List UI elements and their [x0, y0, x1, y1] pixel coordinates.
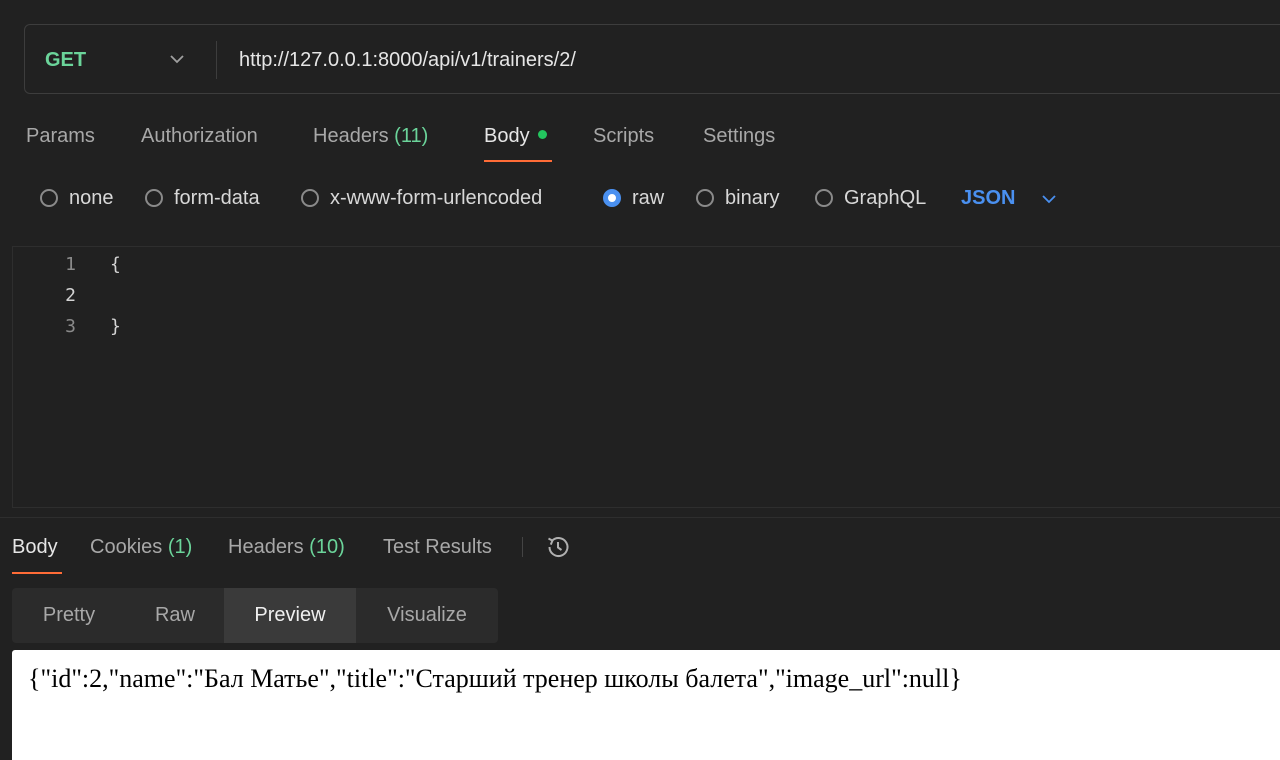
divider [0, 517, 1280, 518]
method-select[interactable]: GET [45, 25, 86, 95]
radio-none[interactable]: none [40, 180, 114, 216]
tab-label: Authorization [141, 125, 258, 147]
radio-label: binary [725, 186, 780, 209]
modified-dot-icon [537, 130, 547, 139]
tab-count: (1) [167, 536, 193, 558]
view-pretty[interactable]: Pretty [12, 588, 126, 643]
response-tab-cookies[interactable]: Cookies (1) [90, 530, 192, 564]
tab-settings[interactable]: Settings [703, 118, 775, 154]
radio-label: raw [632, 186, 665, 209]
divider [522, 537, 523, 557]
view-visualize[interactable]: Visualize [356, 588, 498, 643]
tab-scripts[interactable]: Scripts [593, 118, 654, 154]
line-number: 3 [65, 316, 76, 337]
tab-label: Headers [313, 125, 389, 147]
radio-circle-icon [696, 189, 714, 207]
radio-label: x-www-form-urlencoded [330, 186, 543, 209]
radio-urlencoded[interactable]: x-www-form-urlencoded [301, 180, 542, 216]
tab-label: Headers [228, 536, 304, 558]
radio-selected-icon [603, 189, 621, 207]
code-line[interactable]: } [110, 316, 121, 337]
active-tab-indicator [12, 572, 62, 574]
tab-label: Cookies [90, 536, 163, 558]
tab-label: Test Results [383, 536, 492, 558]
radio-label: form-data [174, 186, 260, 209]
tab-count: (10) [309, 536, 345, 558]
history-icon[interactable] [543, 532, 573, 562]
response-tab-test-results[interactable]: Test Results [383, 530, 492, 564]
active-tab-indicator [484, 160, 552, 162]
response-preview: {"id":2,"name":"Бал Матье","title":"Стар… [12, 650, 1280, 760]
code-line[interactable]: { [110, 254, 121, 275]
tab-body[interactable]: Body [484, 118, 547, 154]
response-tab-body[interactable]: Body [12, 530, 58, 564]
radio-label: GraphQL [844, 186, 927, 209]
radio-binary[interactable]: binary [696, 180, 779, 216]
tab-label: Params [26, 125, 95, 147]
tab-headers[interactable]: Headers (11) [313, 118, 428, 154]
tab-label: Body [12, 536, 58, 558]
chevron-down-icon[interactable] [1040, 190, 1058, 208]
tab-count: (11) [394, 125, 429, 147]
response-tab-headers[interactable]: Headers (10) [228, 530, 345, 564]
raw-format-select[interactable]: JSON [961, 180, 1015, 216]
radio-circle-icon [815, 189, 833, 207]
radio-graphql[interactable]: GraphQL [815, 180, 926, 216]
tab-params[interactable]: Params [26, 118, 95, 154]
view-raw[interactable]: Raw [126, 588, 224, 643]
tab-label: Settings [703, 125, 776, 147]
url-input[interactable]: http://127.0.0.1:8000/api/v1/trainers/2/ [239, 25, 576, 95]
radio-form-data[interactable]: form-data [145, 180, 260, 216]
url-bar: GET http://127.0.0.1:8000/api/v1/trainer… [24, 24, 1280, 94]
tab-authorization[interactable]: Authorization [141, 118, 258, 154]
tab-label: Body [484, 125, 530, 147]
radio-label: none [69, 186, 114, 209]
radio-raw[interactable]: raw [603, 180, 664, 216]
line-number: 1 [65, 254, 76, 275]
line-number: 2 [65, 285, 76, 306]
body-editor[interactable] [12, 246, 1280, 508]
radio-circle-icon [40, 189, 58, 207]
response-body-text: {"id":2,"name":"Бал Матье","title":"Стар… [28, 664, 962, 693]
chevron-down-icon[interactable] [167, 49, 187, 69]
divider [216, 41, 217, 79]
view-preview[interactable]: Preview [224, 588, 356, 643]
radio-circle-icon [145, 189, 163, 207]
view-mode-selector: Pretty Raw Preview Visualize [12, 588, 498, 643]
radio-circle-icon [301, 189, 319, 207]
tab-label: Scripts [593, 125, 655, 147]
